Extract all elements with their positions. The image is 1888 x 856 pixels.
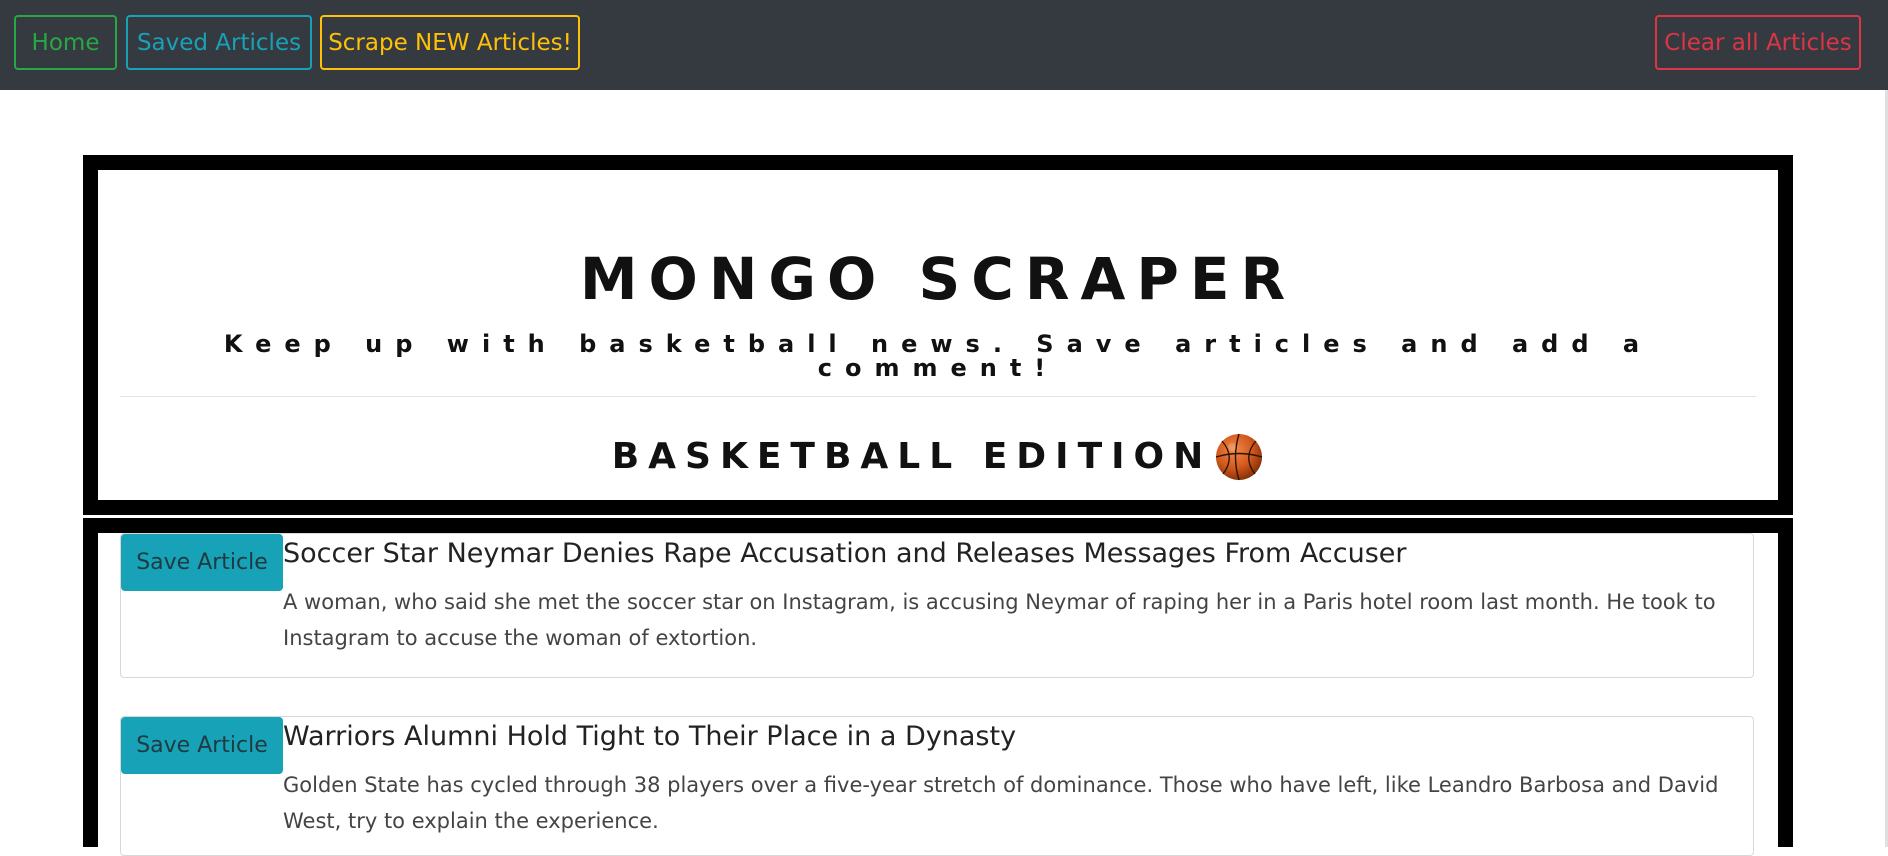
divider [120, 396, 1756, 397]
home-button[interactable]: Home [14, 15, 117, 70]
scrape-new-articles-button[interactable]: Scrape NEW Articles! [320, 15, 580, 70]
article-headline[interactable]: Soccer Star Neymar Denies Rape Accusatio… [283, 538, 1407, 570]
saved-articles-button[interactable]: Saved Articles [126, 15, 312, 70]
save-article-button[interactable]: Save Article [121, 534, 283, 591]
clear-all-articles-button[interactable]: Clear all Articles [1655, 15, 1861, 70]
page-title: MONGO SCRAPER [579, 245, 1297, 313]
page-subtitle: Keep up with basketball news. Save artic… [223, 330, 1653, 382]
articles-frame: Save Article Soccer Star Neymar Denies R… [83, 518, 1793, 856]
articles-panel: Save Article Soccer Star Neymar Denies R… [98, 533, 1778, 856]
basketball-icon [1216, 433, 1263, 481]
header-frame: MONGO SCRAPER Keep up with basketball ne… [83, 155, 1793, 515]
header-panel: MONGO SCRAPER Keep up with basketball ne… [98, 170, 1778, 500]
article-summary: A woman, who said she met the soccer sta… [283, 590, 1716, 650]
article-card: Save Article Soccer Star Neymar Denies R… [120, 533, 1754, 678]
edition-label: BASKETBALL EDITION [611, 436, 1213, 477]
navbar: Home Saved Articles Scrape NEW Articles!… [0, 0, 1888, 90]
article-summary: Golden State has cycled through 38 playe… [283, 773, 1719, 833]
save-article-button[interactable]: Save Article [121, 717, 283, 774]
article-card: Save Article Warriors Alumni Hold Tight … [120, 716, 1754, 856]
edition-heading: BASKETBALL EDITION [98, 432, 1778, 482]
article-headline[interactable]: Warriors Alumni Hold Tight to Their Plac… [283, 721, 1016, 753]
